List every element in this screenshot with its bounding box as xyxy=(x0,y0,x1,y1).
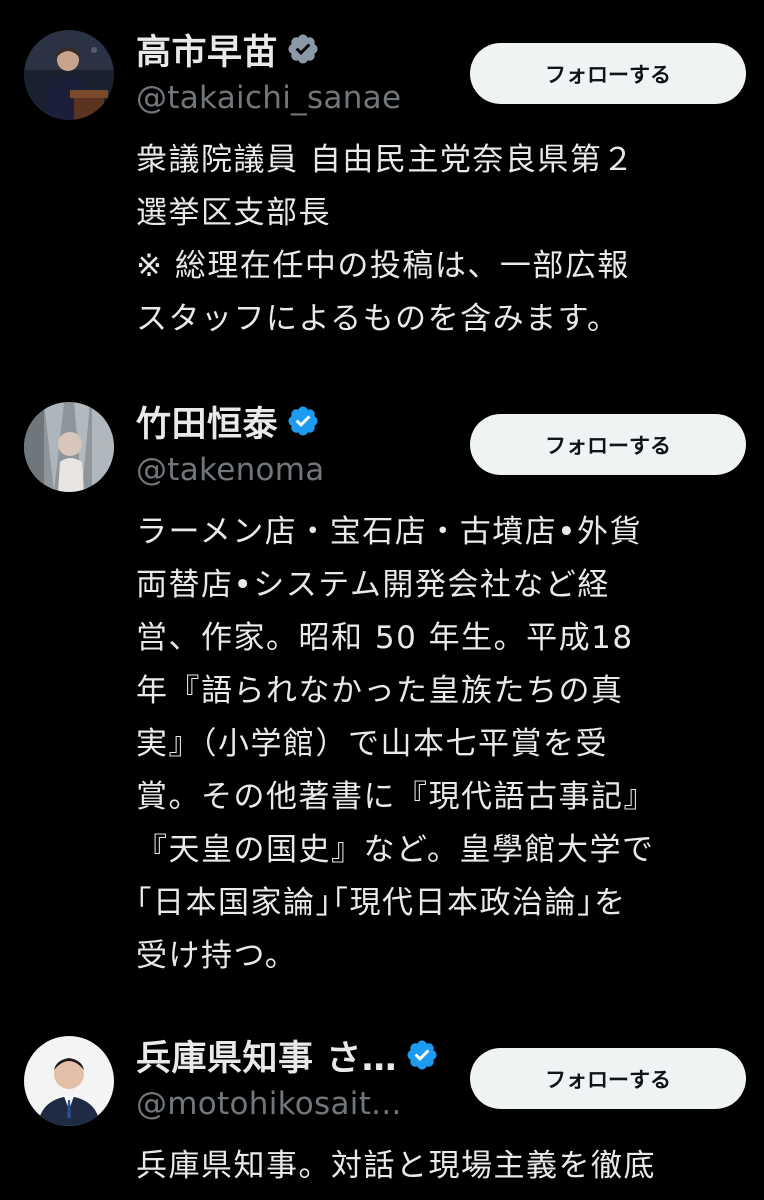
user-handle[interactable]: @takaichi_sanae xyxy=(136,74,401,122)
bio-line: 賞。その他著書に『現代語古事記』 xyxy=(136,779,656,815)
bio-line: ※ 総理在任中の投稿は、一部広報 xyxy=(136,248,630,284)
bio-line: 両替店•システム開発会社など経 xyxy=(136,567,610,603)
avatar-photo xyxy=(24,1036,114,1126)
bio-line: 受け持つ。 xyxy=(136,938,298,974)
bio-line: ラーメン店・宝石店・古墳店•外貨 xyxy=(136,514,643,550)
bio-line: 衆議院議員 自由民主党奈良県第２ xyxy=(136,142,635,178)
user-handle[interactable]: @motohikosait... xyxy=(136,1080,402,1128)
verified-badge-icon xyxy=(286,32,320,66)
avatar-photo xyxy=(24,30,114,120)
user-bio: ラーメン店・宝石店・古墳店•外貨 両替店•システム開発会社など経 営、作家。昭和… xyxy=(136,506,751,983)
name-row: 高市早苗 xyxy=(136,24,320,74)
bio-line: 営、作家。昭和 50 年生。平成18 xyxy=(136,620,634,656)
bio-line: ｢日本国家論｣｢現代日本政治論｣を xyxy=(136,885,627,921)
follow-button[interactable]: フォローする xyxy=(470,1048,746,1109)
follow-button[interactable]: フォローする xyxy=(470,414,746,475)
bio-line: 『天皇の国史』など。皇學館大学で xyxy=(136,832,655,868)
display-name[interactable]: 兵庫県知事 さ… xyxy=(136,1030,397,1081)
bio-line: 兵庫県知事。対話と現場主義を徹底 xyxy=(136,1148,656,1184)
verified-badge-icon xyxy=(286,404,320,438)
user-bio: 衆議院議員 自由民主党奈良県第２ 選挙区支部長 ※ 総理在任中の投稿は、一部広報… xyxy=(136,134,751,346)
avatar[interactable] xyxy=(24,402,114,492)
verified-badge-icon xyxy=(405,1038,439,1072)
display-name[interactable]: 高市早苗 xyxy=(136,24,278,75)
bio-line: 年『語られなかった皇族たちの真 xyxy=(136,673,624,709)
user-bio: 兵庫県知事。対話と現場主義を徹底 xyxy=(136,1140,751,1193)
bio-line: スタッフによるものを含みます。 xyxy=(136,301,620,337)
name-row: 兵庫県知事 さ… xyxy=(136,1030,439,1080)
user-handle[interactable]: @takenoma xyxy=(136,446,325,494)
bio-line: 選挙区支部長 xyxy=(136,195,331,231)
follow-button[interactable]: フォローする xyxy=(470,43,746,104)
name-row: 竹田恒泰 xyxy=(136,396,320,446)
bio-line: 実』（小学館）で山本七平賞を受 xyxy=(136,726,608,762)
avatar[interactable] xyxy=(24,1036,114,1126)
avatar-photo xyxy=(24,402,114,492)
avatar[interactable] xyxy=(24,30,114,120)
display-name[interactable]: 竹田恒泰 xyxy=(136,396,278,447)
